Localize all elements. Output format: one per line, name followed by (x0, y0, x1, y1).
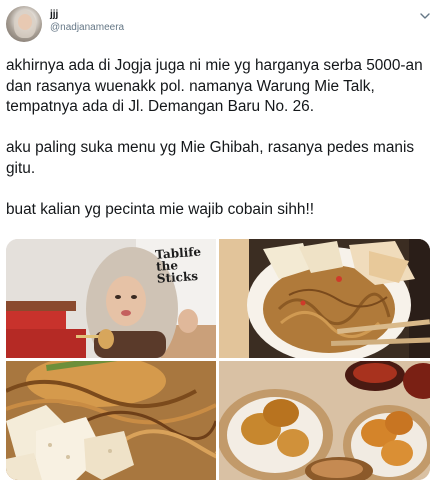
sign-text: Tablife the Sticks (154, 244, 202, 286)
photo-noodles-closeup-with-crackers[interactable] (6, 361, 216, 480)
user-names: jjj @nadjanameera (50, 9, 124, 34)
tweet: jjj @nadjanameera akhirnya ada di Jogja … (0, 0, 441, 493)
photo-woman-eating-noodles[interactable]: Tablife the Sticks (6, 239, 216, 358)
display-name[interactable]: jjj (50, 9, 124, 21)
avatar[interactable] (6, 6, 42, 42)
photo-noodles-with-crackers-and-chopsticks[interactable] (219, 239, 430, 358)
photo-fried-snacks-in-bowls[interactable] (219, 361, 430, 480)
user-handle[interactable]: @nadjanameera (50, 22, 124, 34)
tweet-text: akhirnya ada di Jogja juga ni mie yg har… (6, 57, 423, 218)
chevron-down-icon[interactable] (419, 10, 431, 22)
media-grid: Tablife the Sticks (6, 239, 430, 480)
